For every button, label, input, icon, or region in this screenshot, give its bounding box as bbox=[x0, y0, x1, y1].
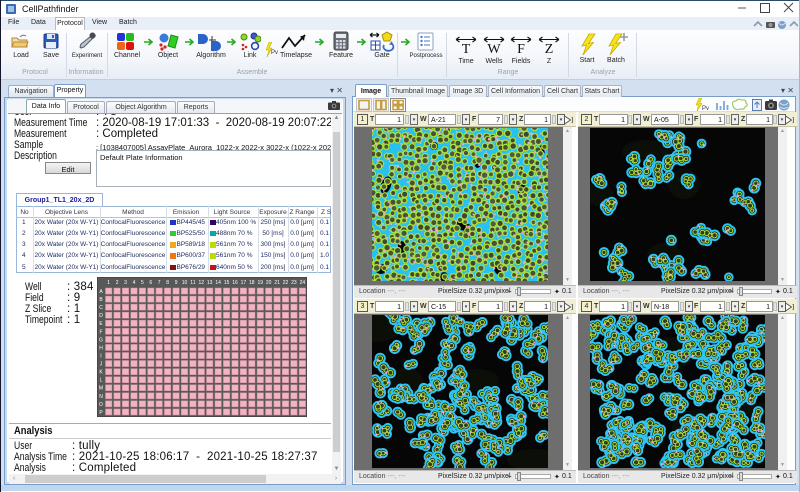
svg-text:6: 6 bbox=[149, 280, 152, 286]
svg-text:M: M bbox=[99, 386, 103, 392]
svg-text:7: 7 bbox=[158, 280, 161, 286]
svg-text:15: 15 bbox=[224, 280, 230, 286]
svg-text:O: O bbox=[99, 402, 103, 408]
svg-text:14: 14 bbox=[215, 280, 221, 286]
svg-text:17: 17 bbox=[241, 280, 247, 286]
svg-text:20: 20 bbox=[266, 280, 272, 286]
svg-text:13: 13 bbox=[207, 280, 213, 286]
svg-text:N: N bbox=[99, 394, 103, 400]
svg-text:16: 16 bbox=[232, 280, 238, 286]
svg-text:8: 8 bbox=[166, 280, 169, 286]
svg-text:18: 18 bbox=[249, 280, 255, 286]
svg-text:1: 1 bbox=[107, 280, 110, 286]
svg-text:I: I bbox=[100, 354, 101, 360]
svg-text:L: L bbox=[100, 378, 103, 384]
svg-text:9: 9 bbox=[175, 280, 178, 286]
svg-text:5: 5 bbox=[141, 280, 144, 286]
svg-text:10: 10 bbox=[182, 280, 188, 286]
svg-text:2: 2 bbox=[116, 280, 119, 286]
svg-text:19: 19 bbox=[258, 280, 264, 286]
svg-text:23: 23 bbox=[291, 280, 297, 286]
svg-text:4: 4 bbox=[133, 280, 136, 286]
svg-text:21: 21 bbox=[274, 280, 280, 286]
svg-text:G: G bbox=[99, 337, 103, 343]
svg-text:F: F bbox=[99, 329, 102, 335]
svg-text:12: 12 bbox=[199, 280, 205, 286]
svg-text:22: 22 bbox=[283, 280, 289, 286]
svg-text:H: H bbox=[99, 345, 103, 351]
svg-text:C: C bbox=[99, 305, 103, 311]
svg-text:3: 3 bbox=[124, 280, 127, 286]
svg-text:D: D bbox=[99, 313, 103, 319]
svg-text:11: 11 bbox=[190, 280, 195, 286]
svg-text:24: 24 bbox=[300, 280, 306, 286]
